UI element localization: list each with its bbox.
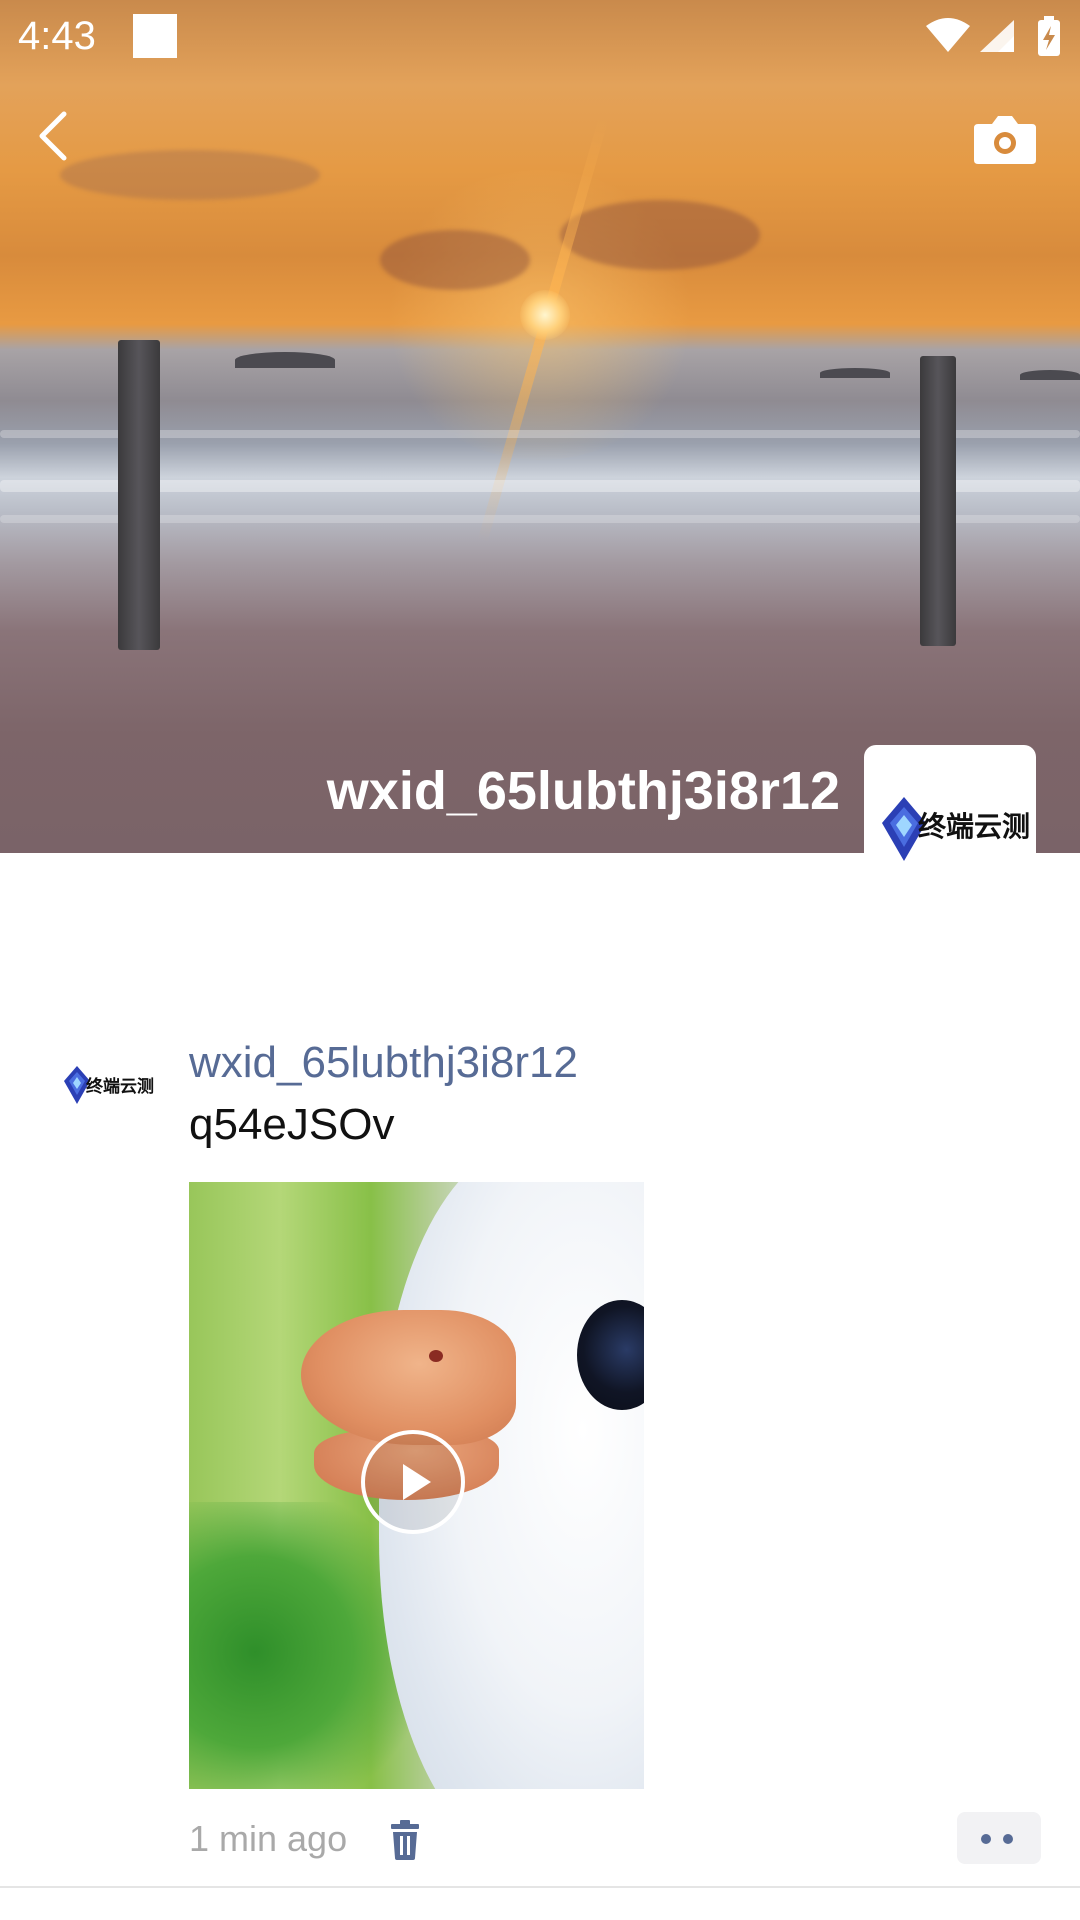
island: [235, 352, 335, 368]
video-thumbnail[interactable]: [189, 1182, 644, 1789]
post-username[interactable]: wxid_65lubthj3i8r12: [189, 1038, 578, 1088]
status-time: 4:43: [18, 14, 96, 58]
cloud: [380, 230, 530, 290]
post-text: q54eJSOv: [189, 1100, 395, 1149]
duck-beak-upper: [301, 1310, 516, 1445]
chevron-left-icon: [39, 111, 67, 161]
wave: [0, 430, 1080, 438]
play-icon: [403, 1464, 431, 1500]
trash-icon: [391, 1820, 419, 1860]
divider: [0, 1886, 1080, 1888]
island: [820, 368, 890, 378]
more-actions-button[interactable]: [957, 1812, 1041, 1864]
wave: [0, 480, 1080, 492]
island: [1020, 370, 1080, 380]
sun: [520, 290, 570, 340]
camera-icon: [974, 116, 1036, 164]
post-timestamp: 1 min ago: [189, 1818, 348, 1859]
cloud: [560, 200, 760, 270]
notification-icon: [133, 14, 177, 58]
status-icons: [926, 16, 1060, 56]
camera-button[interactable]: [970, 110, 1040, 170]
profile-avatar[interactable]: 终端云测: [864, 745, 1036, 917]
cover-username: wxid_65lubthj3i8r12: [326, 761, 840, 821]
logo-text: 终端云测: [86, 1076, 154, 1097]
beach-pole-left: [118, 340, 160, 650]
more-dots-icon: [1003, 1834, 1013, 1844]
wave: [0, 515, 1080, 523]
back-button[interactable]: [28, 100, 88, 170]
play-button[interactable]: [361, 1430, 465, 1534]
logo-image: 终端云测: [64, 1066, 154, 1104]
wifi-icon: [926, 18, 970, 52]
logo-image: 终端云测: [882, 797, 1030, 861]
delete-button[interactable]: [385, 1818, 425, 1862]
background-foliage: [189, 1502, 409, 1789]
logo-text: 终端云测: [918, 810, 1030, 843]
cover-image[interactable]: 4:43 wxid_65lubthj3i8r12: [0, 0, 1080, 853]
more-dots-icon: [981, 1834, 991, 1844]
cloud: [60, 150, 320, 200]
post-avatar[interactable]: 终端云测: [60, 1052, 156, 1112]
duck-nostril: [429, 1350, 443, 1362]
beach-pole-right: [920, 356, 956, 646]
